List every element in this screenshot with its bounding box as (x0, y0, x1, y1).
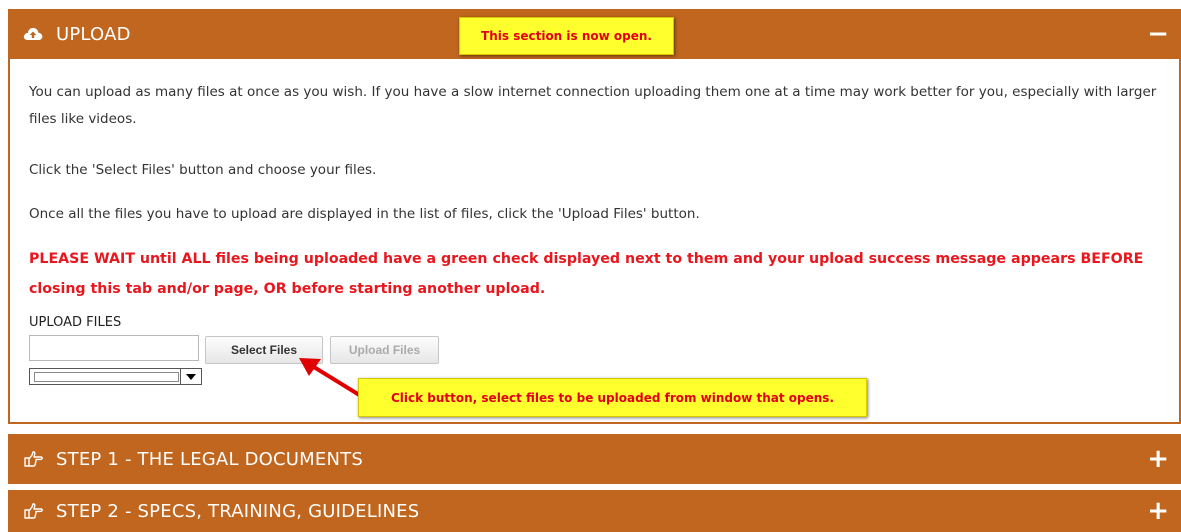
file-list-input[interactable] (29, 335, 199, 361)
expand-toggle[interactable]: + (1147, 446, 1169, 472)
expand-toggle[interactable]: + (1147, 498, 1169, 524)
step1-section-title: STEP 1 - THE LEGAL DOCUMENTS (56, 448, 363, 470)
upload-files-label: UPLOAD FILES (29, 315, 122, 330)
select-files-instructions: Click the 'Select Files' button and choo… (29, 162, 377, 178)
upload-files-instructions: Once all the files you have to upload ar… (29, 206, 700, 222)
file-select-dropdown[interactable] (29, 368, 202, 385)
step1-section-header[interactable]: STEP 1 - THE LEGAL DOCUMENTS + (8, 434, 1181, 484)
upload-instructions-paragraph: You can upload as many files at once as … (29, 84, 1157, 127)
chevron-down-icon[interactable] (180, 369, 201, 384)
section-open-callout: This section is now open. (459, 17, 674, 55)
hand-pointer-icon (22, 500, 44, 522)
select-files-callout: Click button, select files to be uploade… (358, 378, 867, 417)
collapse-toggle[interactable]: − (1147, 21, 1169, 47)
hand-pointer-icon (22, 448, 44, 470)
step2-section-title: STEP 2 - SPECS, TRAINING, GUIDELINES (56, 500, 420, 522)
red-arrow-icon (299, 358, 363, 398)
step2-section-header[interactable]: STEP 2 - SPECS, TRAINING, GUIDELINES + (8, 490, 1181, 532)
upload-section-panel: You can upload as many files at once as … (8, 59, 1181, 424)
upload-section-title: UPLOAD (56, 23, 131, 45)
upload-warning: PLEASE WAIT until ALL files being upload… (29, 251, 1144, 297)
select-value (34, 372, 179, 382)
cloud-upload-icon (22, 23, 44, 45)
